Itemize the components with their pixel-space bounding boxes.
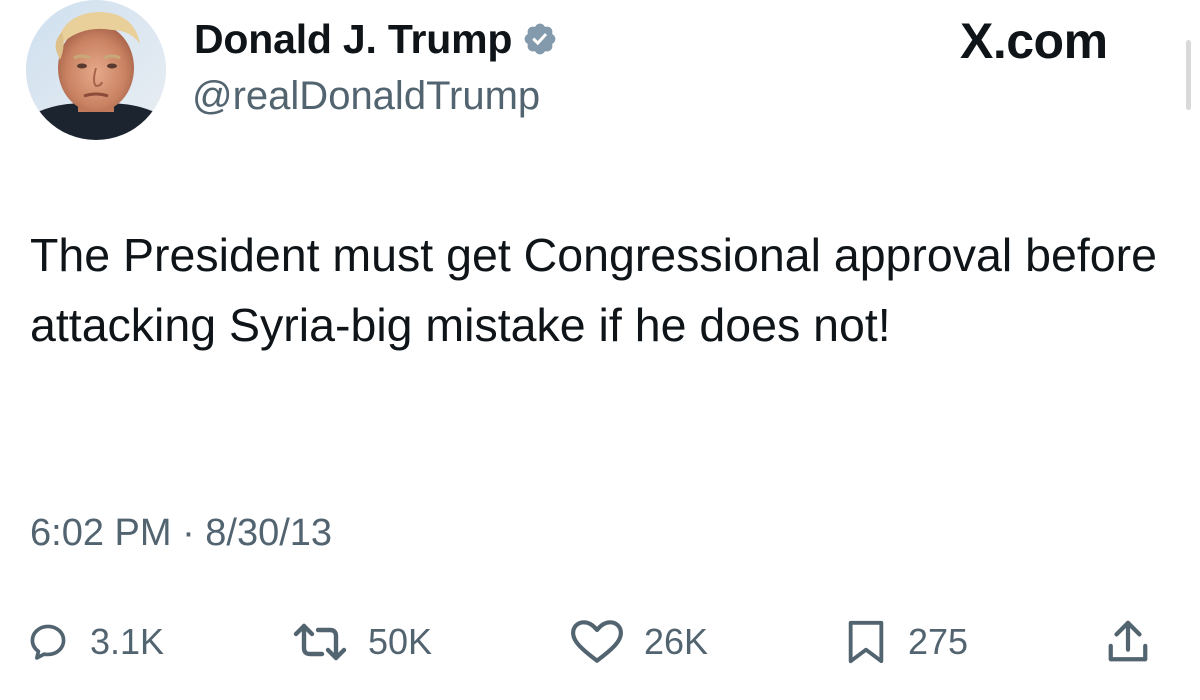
tweet-card: Donald J. Trump @realDonaldTrump X.com T… xyxy=(0,0,1200,700)
retweet-icon xyxy=(293,623,347,661)
display-name[interactable]: Donald J. Trump xyxy=(194,16,512,63)
action-bar: 3.1K 50K 26K 275 xyxy=(0,612,1200,672)
tweet-text: The President must get Congressional app… xyxy=(30,229,1157,351)
like-button[interactable]: 26K xyxy=(570,612,708,672)
bookmark-button[interactable]: 275 xyxy=(844,612,968,672)
tweet-timestamp[interactable]: 6:02 PM · 8/30/13 xyxy=(30,512,332,555)
like-heart-icon xyxy=(571,620,623,663)
name-row: Donald J. Trump xyxy=(194,14,558,64)
share-button[interactable] xyxy=(1106,612,1150,672)
avatar[interactable] xyxy=(26,0,166,140)
reply-icon xyxy=(30,624,66,660)
avatar-image xyxy=(26,0,166,140)
like-count: 26K xyxy=(644,621,709,662)
retweet-count: 50K xyxy=(368,621,433,662)
retweet-button[interactable]: 50K xyxy=(292,612,432,672)
bookmark-icon xyxy=(848,620,884,664)
scrollbar[interactable] xyxy=(1186,40,1191,110)
reply-count: 3.1K xyxy=(90,621,165,662)
bookmark-count: 275 xyxy=(908,621,969,662)
reply-button[interactable]: 3.1K xyxy=(26,612,164,672)
user-handle[interactable]: @realDonaldTrump xyxy=(192,74,540,119)
site-label: X.com xyxy=(960,13,1108,69)
verified-badge-icon xyxy=(522,21,558,57)
share-icon xyxy=(1108,620,1148,662)
